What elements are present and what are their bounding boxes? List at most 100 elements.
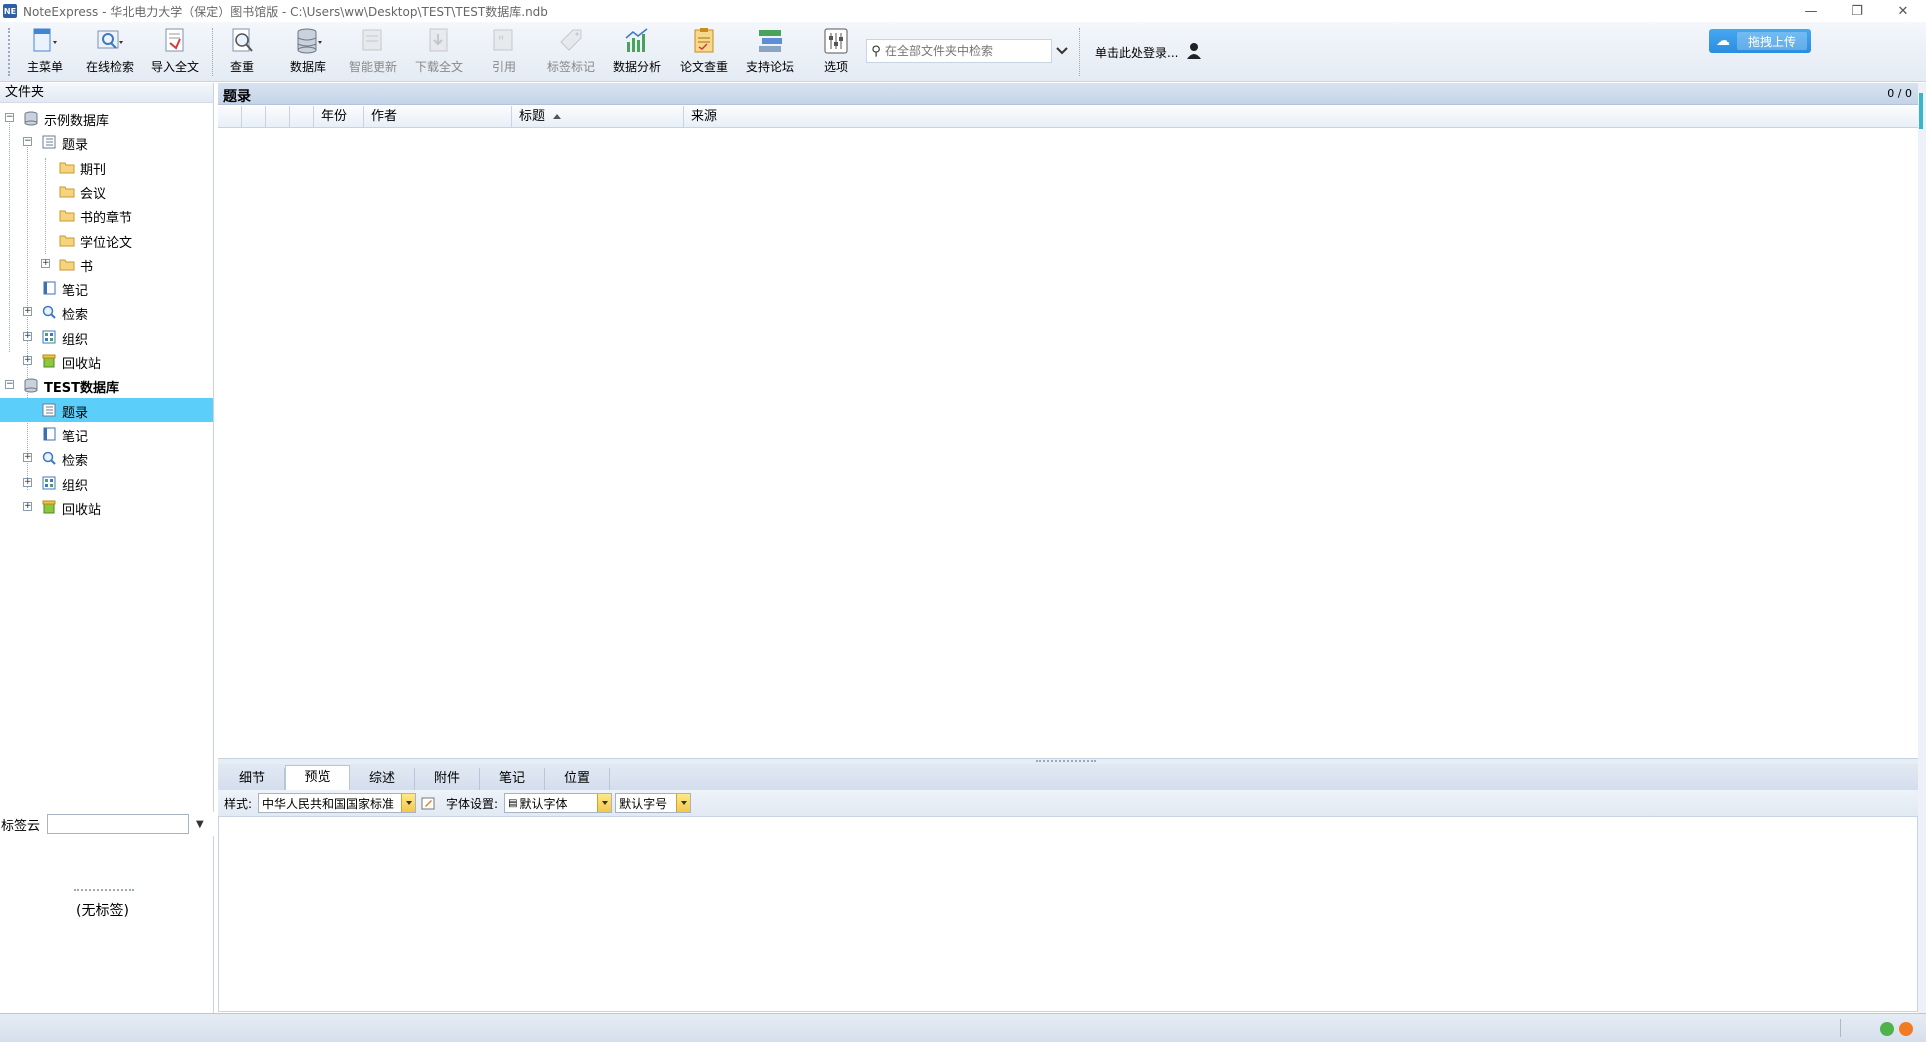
edit-style-icon[interactable] [420, 795, 436, 811]
collapse-icon[interactable]: − [23, 137, 32, 147]
support-forum-button[interactable]: 支持论坛 [739, 26, 801, 78]
drag-upload-button[interactable]: ☁ 拖拽上传 [1709, 29, 1811, 53]
database-button[interactable]: 数据库 [277, 26, 339, 78]
cite-button[interactable]: " 引用 [473, 26, 535, 78]
notes-icon [43, 427, 56, 441]
support-forum-label: 支持论坛 [745, 60, 794, 74]
tab-notes[interactable]: 笔记 [480, 768, 545, 790]
tree-item[interactable]: 学位论文 [0, 228, 213, 252]
download-fulltext-button[interactable]: 下载全文 [408, 26, 470, 78]
search-input[interactable] [885, 44, 1045, 58]
online-search-label: 在线检索 [85, 60, 134, 74]
expand-icon[interactable]: + [23, 307, 32, 317]
organize-icon [42, 330, 56, 344]
column-checkbox[interactable] [218, 106, 242, 128]
expand-icon[interactable]: + [41, 258, 50, 268]
tree-item[interactable]: + 组织 [0, 471, 213, 495]
tab-attachments[interactable]: 附件 [415, 768, 480, 790]
check-duplicate-label: 查重 [229, 60, 254, 74]
tree-item[interactable]: + 检索 [0, 300, 213, 324]
font-size-select[interactable]: 默认字号 [615, 793, 692, 813]
import-fulltext-button[interactable]: 导入全文 [144, 26, 206, 78]
tree-item[interactable]: 期刊 [0, 155, 213, 179]
notification-icon[interactable] [1899, 1022, 1913, 1036]
expand-icon[interactable]: + [23, 453, 32, 463]
data-analysis-button[interactable]: 数据分析 [606, 26, 668, 78]
cite-label: 引用 [491, 60, 516, 74]
online-search-button[interactable]: 在线检索 [79, 26, 141, 78]
tab-details[interactable]: 细节 [220, 768, 285, 790]
collapse-icon[interactable]: − [5, 380, 14, 390]
tree-item[interactable]: + 书 [0, 252, 213, 276]
font-select[interactable]: ▤ 默认字体 [504, 793, 613, 813]
window-controls: — ❐ ✕ [1788, 0, 1926, 22]
minimize-button[interactable]: — [1788, 0, 1834, 22]
expand-icon[interactable]: + [23, 356, 32, 365]
expand-icon[interactable]: + [23, 477, 32, 487]
font-value: 默认字体 [519, 796, 568, 811]
tree-item-label: 期刊 [80, 162, 107, 178]
tag-cloud-dropdown[interactable]: ▼ [196, 819, 204, 830]
preview-area[interactable] [218, 816, 1918, 1012]
recycle-bin-icon [42, 354, 56, 368]
records-list[interactable] [218, 128, 1918, 758]
tab-location[interactable]: 位置 [545, 768, 610, 790]
folder-panel-header: 文件夹 [0, 83, 213, 103]
tab-summary[interactable]: 综述 [350, 768, 415, 790]
collapse-icon[interactable]: − [5, 113, 14, 122]
dropdown-arrow-icon [676, 794, 691, 812]
column-title[interactable]: 标题 [512, 106, 684, 128]
expand-icon[interactable]: + [23, 331, 32, 341]
records-icon [42, 135, 56, 149]
tag-mark-button[interactable]: 标签标记 [540, 26, 602, 78]
search-dropdown-button[interactable] [1054, 39, 1070, 63]
database-icon [24, 378, 38, 393]
restore-button[interactable]: ❐ [1834, 0, 1880, 22]
search-icon: ⚲ [871, 43, 881, 59]
main-menu-button[interactable]: 主菜单 [14, 26, 76, 78]
tree-item[interactable]: + 检索 [0, 446, 213, 470]
tree-item[interactable]: 笔记 [0, 276, 213, 300]
login-link[interactable]: 单击此处登录... [1095, 44, 1178, 61]
options-button[interactable]: 选项 [805, 26, 867, 78]
toolbar-grip[interactable] [8, 28, 12, 76]
column-source[interactable]: 来源 [684, 106, 1918, 128]
user-icon[interactable] [1186, 42, 1202, 60]
column-year[interactable]: 年份 [314, 106, 364, 128]
column-attachment[interactable] [242, 106, 266, 128]
tree-item[interactable]: 会议 [0, 179, 213, 203]
dropdown-arrow-icon [401, 794, 416, 812]
splitter-grip [1036, 760, 1096, 762]
tree-item[interactable]: − 示例数据库 [0, 106, 213, 130]
tree-item-label: 笔记 [62, 429, 89, 445]
tree-item[interactable]: + 回收站 [0, 349, 213, 373]
tree-item[interactable]: 题录 [0, 397, 213, 422]
tree-item[interactable]: + 回收站 [0, 495, 213, 519]
font-label: 字体设置: [446, 796, 499, 811]
tree-item[interactable]: 笔记 [0, 422, 213, 446]
tree-item-label: 检索 [62, 308, 89, 324]
tab-preview[interactable]: 预览 [285, 765, 350, 790]
tag-cloud-input[interactable] [47, 814, 190, 834]
tree-item[interactable]: − TEST数据库 [0, 373, 213, 397]
status-bar [0, 1013, 1926, 1042]
column-author[interactable]: 作者 [364, 106, 512, 128]
tree-item[interactable]: + 组织 [0, 325, 213, 349]
sync-ok-icon[interactable] [1880, 1022, 1894, 1036]
tree-item[interactable]: 书的章节 [0, 203, 213, 227]
check-duplicate-button[interactable]: 查重 [211, 26, 273, 78]
column-read-state[interactable] [266, 106, 290, 128]
style-select[interactable]: 中华人民共和国国家标准 [258, 793, 417, 813]
tree-item[interactable]: − 题录 [0, 130, 213, 154]
panel-splitter[interactable] [74, 889, 134, 892]
column-flag[interactable] [290, 106, 314, 128]
preview-toolbar: 样式: 中华人民共和国国家标准 字体设置: ▤ 默认字体 默认字号 [218, 790, 1918, 816]
window-title: NoteExpress - 华北电力大学（保定）图书馆版 - C:\Users\… [23, 4, 548, 19]
expand-icon[interactable]: + [23, 501, 32, 511]
close-button[interactable]: ✕ [1880, 0, 1926, 22]
tree-item-label: 书 [80, 259, 94, 275]
smart-update-button[interactable]: 智能更新 [342, 26, 404, 78]
scroll-indicator[interactable] [1919, 93, 1923, 129]
svg-text:": " [498, 34, 504, 50]
paper-check-button[interactable]: 论文查重 [673, 26, 735, 78]
